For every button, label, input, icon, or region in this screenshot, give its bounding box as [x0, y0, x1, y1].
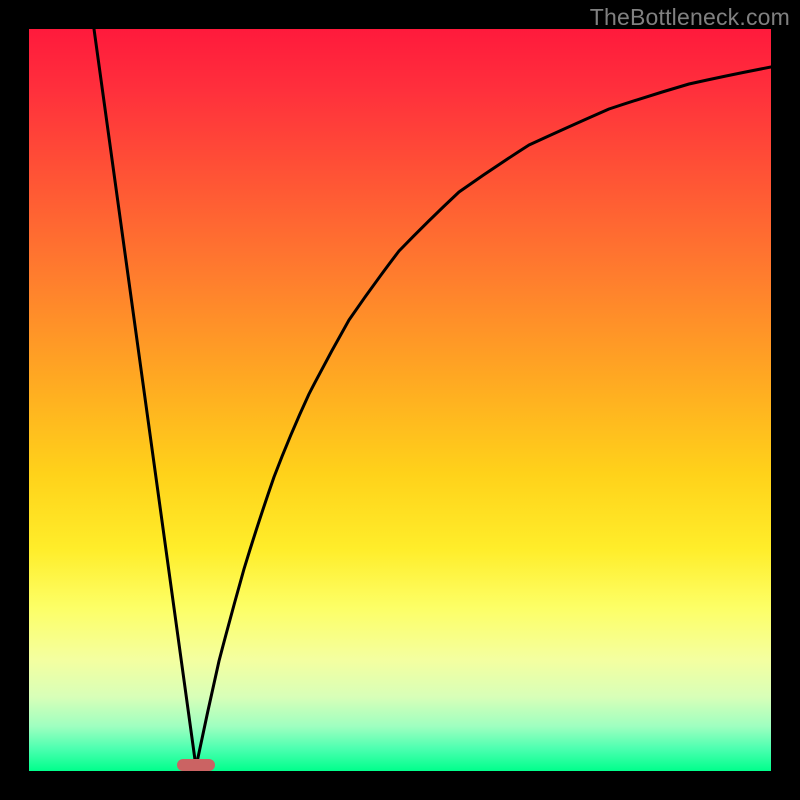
vertex-marker [177, 759, 215, 771]
chart-frame: TheBottleneck.com [0, 0, 800, 800]
watermark-text: TheBottleneck.com [590, 4, 790, 31]
curve-layer [29, 29, 771, 771]
right-curve-path [196, 67, 771, 767]
plot-area [29, 29, 771, 771]
left-line-path [94, 29, 196, 767]
